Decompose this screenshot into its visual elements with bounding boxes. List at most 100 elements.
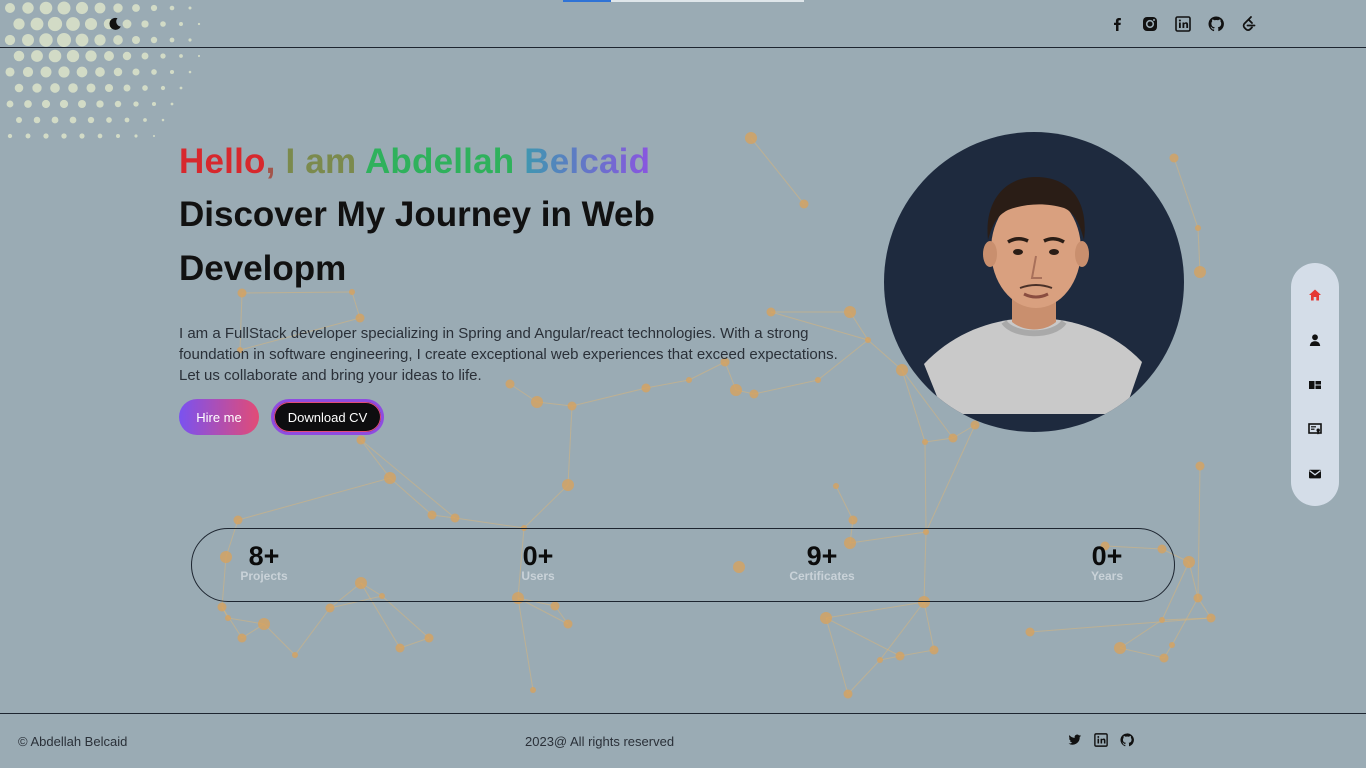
halftone-dot [141, 52, 149, 60]
network-edge [263, 623, 296, 656]
home-icon[interactable] [1306, 286, 1324, 304]
halftone-dot [170, 102, 174, 106]
network-node [929, 645, 939, 655]
halftone-dot [31, 50, 43, 62]
top-bar [0, 0, 1366, 48]
halftone-dot [97, 133, 103, 139]
github-icon[interactable] [1206, 14, 1226, 34]
network-edge [1197, 227, 1201, 273]
linkedin-icon[interactable] [1173, 14, 1193, 34]
network-node [1195, 461, 1205, 471]
halftone-dot [6, 100, 14, 108]
network-node [896, 364, 908, 376]
footer: © Abdellah Belcaid 2023@ All rights rese… [0, 713, 1366, 768]
network-edge [952, 424, 976, 439]
leetcode-icon[interactable] [1239, 14, 1259, 34]
halftone-dot [51, 116, 59, 124]
halftone-dot [48, 49, 62, 63]
network-edge [1119, 647, 1165, 659]
hire-me-button[interactable]: Hire me [179, 399, 259, 435]
network-node [292, 652, 298, 658]
stat-label: Certificates [789, 569, 855, 583]
page-title: Discover My Journey in Web Developm [179, 195, 655, 288]
network-node [325, 603, 335, 613]
network-node [530, 687, 536, 693]
greeting-last-name: Belcaid [524, 142, 651, 181]
network-edge [221, 606, 243, 639]
network-node [1169, 642, 1175, 648]
halftone-dot [68, 83, 78, 93]
network-edge [1029, 617, 1212, 633]
projects-icon[interactable] [1306, 376, 1324, 394]
user-icon[interactable] [1306, 331, 1324, 349]
network-edge [1171, 597, 1199, 646]
network-node [563, 619, 573, 629]
mail-icon[interactable] [1306, 465, 1324, 483]
network-node [427, 510, 437, 520]
network-node [1183, 556, 1195, 568]
stat-value: 9+ [806, 541, 838, 571]
halftone-dot [197, 54, 201, 58]
halftone-dot [95, 67, 105, 77]
network-edge [847, 659, 881, 695]
halftone-dot [50, 83, 60, 93]
halftone-dot [142, 85, 148, 91]
instagram-icon[interactable] [1140, 14, 1160, 34]
halftone-dot [133, 101, 139, 107]
github-icon[interactable] [1120, 733, 1134, 747]
twitter-icon[interactable] [1068, 733, 1082, 747]
network-node [1114, 642, 1126, 654]
linkedin-icon[interactable] [1094, 733, 1108, 747]
greeting-i-am: I am [285, 142, 357, 181]
network-edge [825, 601, 925, 619]
network-node [233, 515, 243, 525]
network-node [843, 689, 853, 699]
halftone-dot [179, 86, 183, 90]
halftone-dot [59, 99, 69, 109]
greeting-comma: , [265, 142, 276, 181]
hero-description: I am a FullStack developer specializing … [179, 325, 838, 384]
halftone-dot [143, 118, 147, 122]
halftone-dot [160, 53, 166, 59]
stat-value: 0+ [1091, 541, 1123, 571]
network-node [237, 633, 247, 643]
network-edge [924, 441, 927, 533]
network-edge [825, 617, 849, 695]
halftone-dot [5, 67, 15, 77]
network-edge [227, 617, 265, 625]
stat-certificates: 9+ Certificates [762, 539, 882, 582]
header-social-links [1107, 14, 1259, 34]
network-edge [1173, 157, 1199, 229]
halftone-dot [123, 84, 131, 92]
halftone-dot [87, 116, 95, 124]
moon-icon[interactable] [107, 16, 123, 32]
stat-label: Projects [240, 569, 288, 583]
network-node [948, 433, 958, 443]
stat-users: 0+ Users [478, 539, 598, 582]
download-cv-button[interactable]: Download CV [271, 399, 384, 435]
network-edge [431, 514, 456, 519]
halftone-dot [14, 83, 24, 93]
halftone-dot [32, 83, 42, 93]
facebook-icon[interactable] [1107, 14, 1127, 34]
network-edge [454, 517, 525, 529]
side-navigation [1291, 263, 1339, 506]
network-node [258, 618, 270, 630]
network-edge [835, 485, 854, 521]
certificates-icon[interactable] [1306, 420, 1324, 438]
network-edge [1197, 465, 1201, 599]
network-edge [924, 437, 954, 443]
halftone-dot [151, 69, 157, 75]
halftone-dot [115, 133, 121, 139]
network-node [550, 601, 560, 611]
footer-rights: 2023@ All rights reserved [525, 734, 675, 749]
network-edge [899, 649, 935, 657]
halftone-dot [13, 50, 25, 62]
halftone-dot [40, 66, 52, 78]
network-edge [294, 607, 331, 656]
halftone-dot [113, 67, 123, 77]
halftone-dot [122, 51, 132, 61]
network-node [1195, 225, 1201, 231]
footer-copyright: © Abdellah Belcaid [18, 734, 128, 749]
network-node [1169, 153, 1179, 163]
